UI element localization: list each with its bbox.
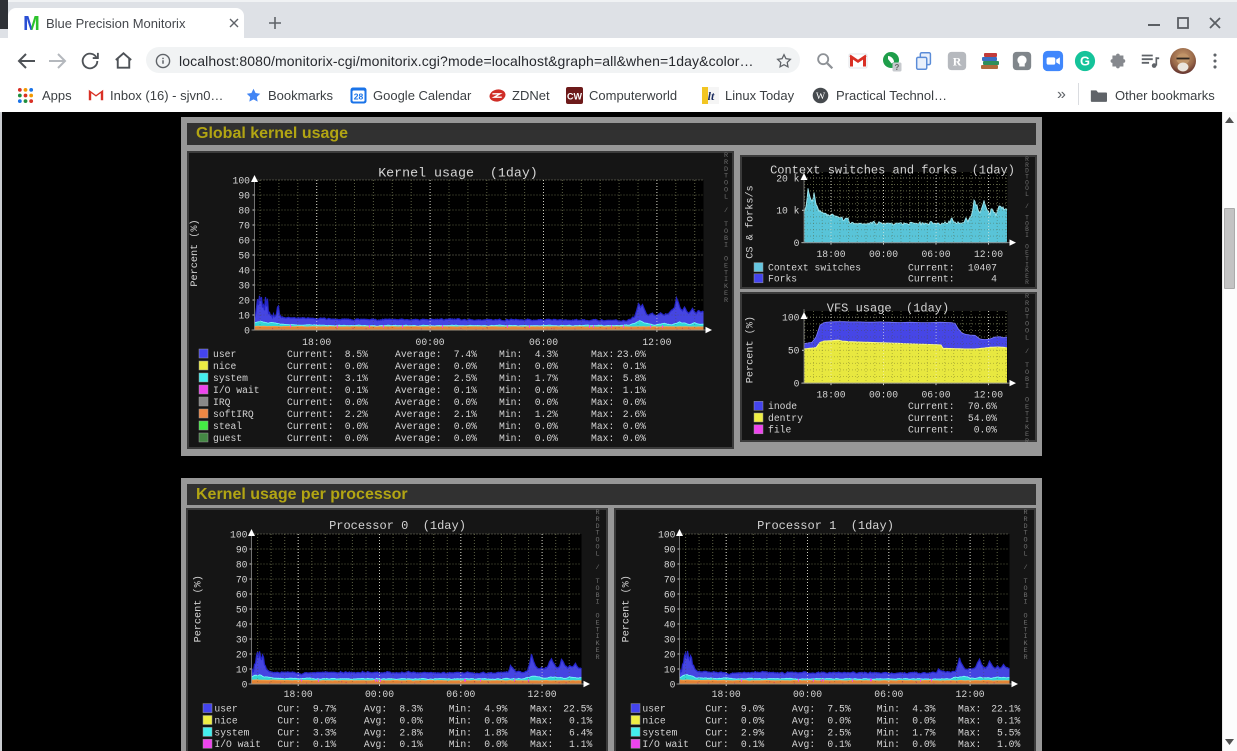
svg-text:W: W (816, 91, 826, 102)
svg-text:CW: CW (567, 92, 582, 102)
svg-text:R: R (953, 55, 962, 69)
svg-text:lt: lt (708, 89, 715, 103)
svg-text:G: G (1080, 54, 1090, 69)
svg-text:M: M (23, 14, 40, 33)
svg-text:?: ? (895, 63, 900, 72)
svg-text:28: 28 (354, 92, 364, 102)
